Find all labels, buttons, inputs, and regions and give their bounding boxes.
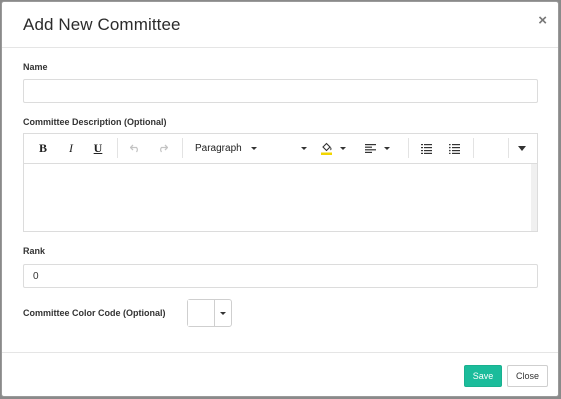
paragraph-format-dropdown[interactable]: Paragraph bbox=[195, 141, 261, 156]
toolbar-separator bbox=[117, 138, 118, 158]
save-button[interactable]: Save bbox=[464, 365, 502, 387]
chevron-down-icon bbox=[384, 147, 390, 150]
chevron-down-icon bbox=[250, 147, 257, 150]
color-picker[interactable] bbox=[187, 299, 232, 327]
rank-label: Rank bbox=[23, 246, 46, 256]
chevron-down-icon bbox=[220, 311, 226, 315]
color-code-label: Committee Color Code (Optional) bbox=[23, 308, 166, 318]
color-picker-toggle[interactable] bbox=[215, 300, 231, 326]
align-dropdown[interactable] bbox=[365, 141, 395, 156]
undo-icon[interactable] bbox=[128, 141, 142, 156]
numbered-list-button[interactable] bbox=[420, 141, 433, 156]
toolbar-separator bbox=[408, 138, 409, 158]
bullet-list-icon bbox=[449, 143, 460, 154]
modal-header: Add New Committee × bbox=[2, 2, 558, 48]
description-editor: B I U Paragraph bbox=[23, 133, 538, 232]
add-committee-modal: Add New Committee × Name Committee Descr… bbox=[1, 1, 559, 397]
fill-bucket-icon bbox=[321, 142, 332, 155]
close-button[interactable]: Close bbox=[507, 365, 548, 387]
toolbar-separator bbox=[508, 138, 509, 158]
name-label: Name bbox=[23, 62, 48, 72]
numbered-list-icon bbox=[421, 143, 432, 154]
color-swatch[interactable] bbox=[188, 300, 215, 326]
toolbar-separator bbox=[473, 138, 474, 158]
italic-button[interactable]: I bbox=[65, 141, 77, 156]
bullet-list-button[interactable] bbox=[448, 141, 461, 156]
modal-title: Add New Committee bbox=[23, 15, 181, 34]
chevron-down-icon bbox=[340, 147, 346, 150]
highlight-color-button[interactable] bbox=[321, 141, 353, 156]
toolbar-separator bbox=[182, 138, 183, 158]
description-editor-body[interactable] bbox=[24, 164, 531, 231]
close-icon[interactable]: × bbox=[538, 13, 547, 28]
rank-input[interactable] bbox=[23, 264, 538, 288]
underline-button[interactable]: U bbox=[92, 141, 104, 156]
font-dropdown-caret[interactable] bbox=[300, 141, 308, 156]
paragraph-format-label: Paragraph bbox=[195, 143, 242, 154]
editor-toolbar: B I U Paragraph bbox=[24, 134, 537, 164]
editor-scrollbar[interactable] bbox=[531, 164, 537, 231]
chevron-down-icon bbox=[301, 147, 307, 150]
bold-button[interactable]: B bbox=[37, 141, 49, 156]
more-options-button[interactable] bbox=[516, 141, 528, 156]
modal-footer: Save Close bbox=[2, 352, 558, 396]
redo-icon[interactable] bbox=[155, 141, 169, 156]
description-label: Committee Description (Optional) bbox=[23, 117, 167, 127]
align-left-icon bbox=[365, 144, 376, 153]
name-input[interactable] bbox=[23, 79, 538, 103]
chevron-down-icon bbox=[518, 146, 526, 151]
